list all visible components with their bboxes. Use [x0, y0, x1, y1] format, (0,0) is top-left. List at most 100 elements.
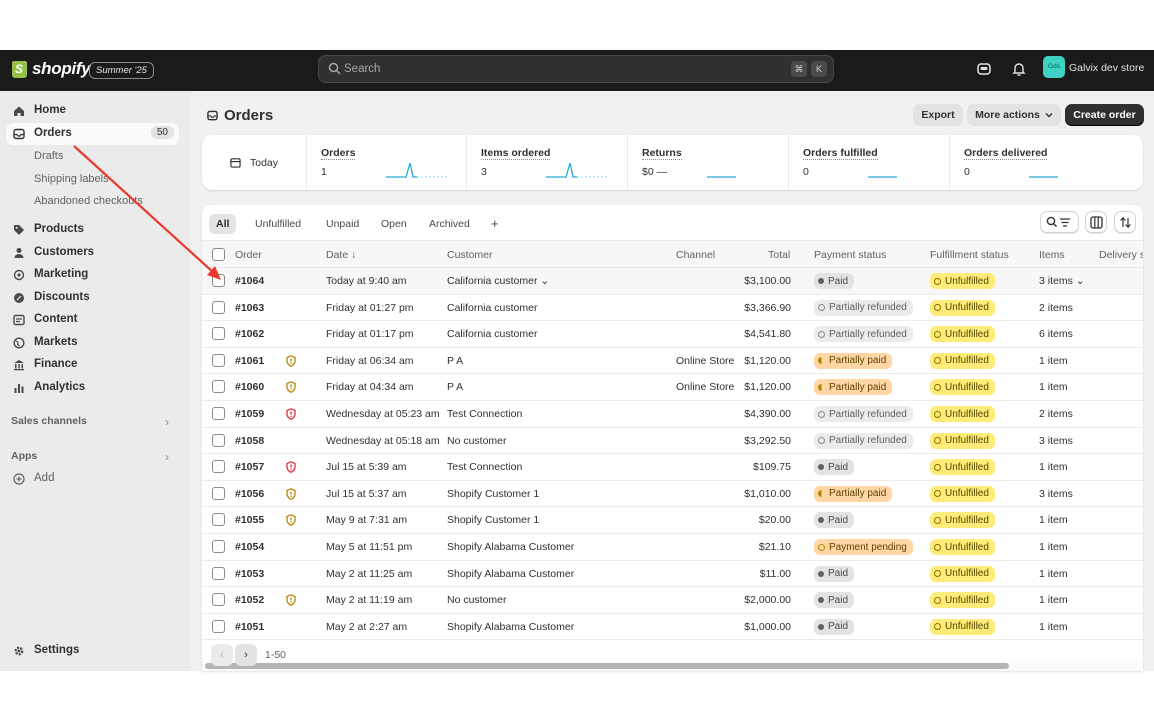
sidebar-item-abandoned-checkouts[interactable]: Abandoned checkouts	[34, 195, 143, 207]
chevron-right-icon[interactable]: ›	[165, 415, 169, 429]
risk-shield-icon[interactable]	[286, 487, 296, 500]
order-items[interactable]: 1 item	[1039, 621, 1068, 633]
add-view-button[interactable]: +	[484, 214, 506, 234]
column-delivery-status[interactable]: Delivery s	[1099, 249, 1143, 261]
sidebar-item-marketing[interactable]: Marketing	[6, 264, 179, 286]
search-input[interactable]: Search	[344, 63, 380, 75]
table-row[interactable]: #1058 Wednesday at 05:18 am No customer $3,…	[202, 427, 1143, 455]
order-customer[interactable]: No customer	[447, 435, 507, 447]
table-row[interactable]: #1055 May 9 at 7:31 am Shopify Customer 1 $…	[202, 507, 1143, 534]
row-checkbox[interactable]	[212, 327, 225, 341]
metric-returns[interactable]: Returns $0 —	[627, 135, 788, 190]
export-button[interactable]: Export	[913, 104, 963, 126]
store-name[interactable]: Galvix dev store	[1069, 62, 1144, 74]
order-items[interactable]: 3 items	[1039, 488, 1073, 500]
column-items[interactable]: Items	[1039, 249, 1065, 261]
order-customer[interactable]: P A	[447, 381, 463, 393]
order-customer[interactable]: Shopify Alabama Customer	[447, 621, 574, 633]
order-number[interactable]: #1060	[235, 381, 264, 393]
horizontal-scrollbar[interactable]	[202, 661, 1143, 671]
sidebar-item-orders[interactable]: Orders 50	[6, 123, 179, 145]
order-items[interactable]: 1 item	[1039, 514, 1068, 526]
order-number[interactable]: #1058	[235, 435, 264, 447]
order-customer[interactable]: P A	[447, 355, 463, 367]
column-date[interactable]: Date ↓	[326, 249, 356, 261]
sidebar-item-settings[interactable]: Settings	[6, 640, 179, 662]
row-checkbox[interactable]	[212, 486, 225, 500]
table-row[interactable]: #1052 May 2 at 11:19 am No customer $2,000.…	[202, 587, 1143, 614]
search-bar[interactable]: Search ⌘ K	[318, 55, 834, 83]
order-items[interactable]: 1 item	[1039, 541, 1068, 553]
row-checkbox[interactable]	[212, 353, 225, 367]
edition-badge[interactable]: Summer '25	[89, 62, 154, 79]
table-row[interactable]: #1059 Wednesday at 05:23 am Test Connectio…	[202, 401, 1143, 428]
sales-channels-heading[interactable]: Sales channels	[11, 415, 87, 427]
chevron-right-icon[interactable]: ›	[165, 450, 169, 464]
tab-all[interactable]: All	[209, 214, 237, 234]
column-channel[interactable]: Channel	[676, 249, 715, 261]
sidebar-item-products[interactable]: Products	[6, 219, 179, 241]
order-number[interactable]: #1061	[235, 355, 264, 367]
row-checkbox[interactable]	[212, 540, 225, 553]
tab-archived[interactable]: Archived	[422, 214, 477, 234]
order-number[interactable]: #1056	[235, 488, 264, 500]
order-customer[interactable]: Shopify Alabama Customer	[447, 568, 574, 580]
order-number[interactable]: #1062	[235, 328, 264, 340]
order-customer[interactable]: No customer	[447, 594, 507, 606]
metric-items-ordered[interactable]: Items ordered 3	[466, 135, 627, 190]
column-order[interactable]: Order	[235, 249, 262, 261]
table-row[interactable]: #1060 Friday at 04:34 am P A Online Store $1…	[202, 374, 1143, 401]
order-customer[interactable]: Shopify Customer 1	[447, 488, 539, 500]
sidebar-item-analytics[interactable]: Analytics	[6, 377, 179, 399]
sidebar-item-shipping-labels[interactable]: Shipping labels	[34, 173, 109, 185]
column-fulfillment-status[interactable]: Fulfillment status	[930, 249, 1009, 261]
order-number[interactable]: #1063	[235, 302, 264, 314]
order-customer[interactable]: Test Connection	[447, 461, 522, 473]
table-row[interactable]: #1056 Jul 15 at 5:37 am Shopify Customer 1…	[202, 480, 1143, 508]
order-customer[interactable]: Test Connection	[447, 408, 522, 420]
order-items[interactable]: 1 item	[1039, 594, 1068, 606]
order-items[interactable]: 1 item	[1039, 461, 1068, 473]
order-customer[interactable]: Shopify Alabama Customer	[447, 541, 574, 553]
table-row[interactable]: #1057 Jul 15 at 5:39 am Test Connection $10…	[202, 454, 1143, 481]
sidebar-item-drafts[interactable]: Drafts	[34, 150, 63, 162]
more-actions-button[interactable]: More actions	[967, 104, 1061, 126]
order-customer[interactable]: California customer ⌄	[447, 275, 549, 287]
order-items[interactable]: 1 item	[1039, 568, 1068, 580]
order-customer[interactable]: Shopify Customer 1	[447, 514, 539, 526]
row-checkbox[interactable]	[212, 593, 225, 607]
order-items[interactable]: 3 items	[1039, 435, 1073, 447]
row-checkbox[interactable]	[212, 274, 225, 287]
store-avatar[interactable]: Gds	[1043, 56, 1065, 78]
order-items[interactable]: 2 items	[1039, 408, 1073, 420]
period-selector[interactable]: Today	[202, 135, 302, 190]
column-customer[interactable]: Customer	[447, 249, 493, 261]
risk-shield-icon[interactable]	[286, 461, 296, 474]
sidebar-item-finance[interactable]: Finance	[6, 354, 179, 376]
row-checkbox[interactable]	[212, 619, 225, 633]
risk-shield-icon[interactable]	[286, 514, 296, 527]
order-customer[interactable]: California customer	[447, 328, 537, 340]
sidebar-item-content[interactable]: Content	[6, 309, 179, 331]
metric-orders-delivered[interactable]: Orders delivered 0	[949, 135, 1143, 190]
row-checkbox[interactable]	[212, 300, 225, 314]
order-number[interactable]: #1053	[235, 568, 264, 580]
order-items[interactable]: 2 items	[1039, 302, 1073, 314]
row-checkbox[interactable]	[212, 513, 225, 527]
shopify-logo[interactable]: shopify	[12, 59, 91, 79]
column-payment-status[interactable]: Payment status	[814, 249, 886, 261]
sort-button[interactable]	[1114, 211, 1136, 233]
order-number[interactable]: #1052	[235, 594, 264, 606]
order-items[interactable]: 3 items ⌄	[1039, 275, 1085, 287]
order-number[interactable]: #1054	[235, 541, 264, 553]
metric-orders[interactable]: Orders 1	[306, 135, 466, 190]
previous-page-button[interactable]: ‹	[211, 644, 233, 666]
columns-button[interactable]	[1085, 211, 1107, 233]
sidebar-item-home[interactable]: Home	[6, 100, 179, 122]
order-items[interactable]: 1 item	[1039, 381, 1068, 393]
order-number[interactable]: #1064	[235, 275, 264, 287]
order-number[interactable]: #1055	[235, 514, 264, 526]
order-items[interactable]: 6 items	[1039, 328, 1073, 340]
order-number[interactable]: #1059	[235, 408, 264, 420]
row-checkbox[interactable]	[212, 380, 225, 394]
